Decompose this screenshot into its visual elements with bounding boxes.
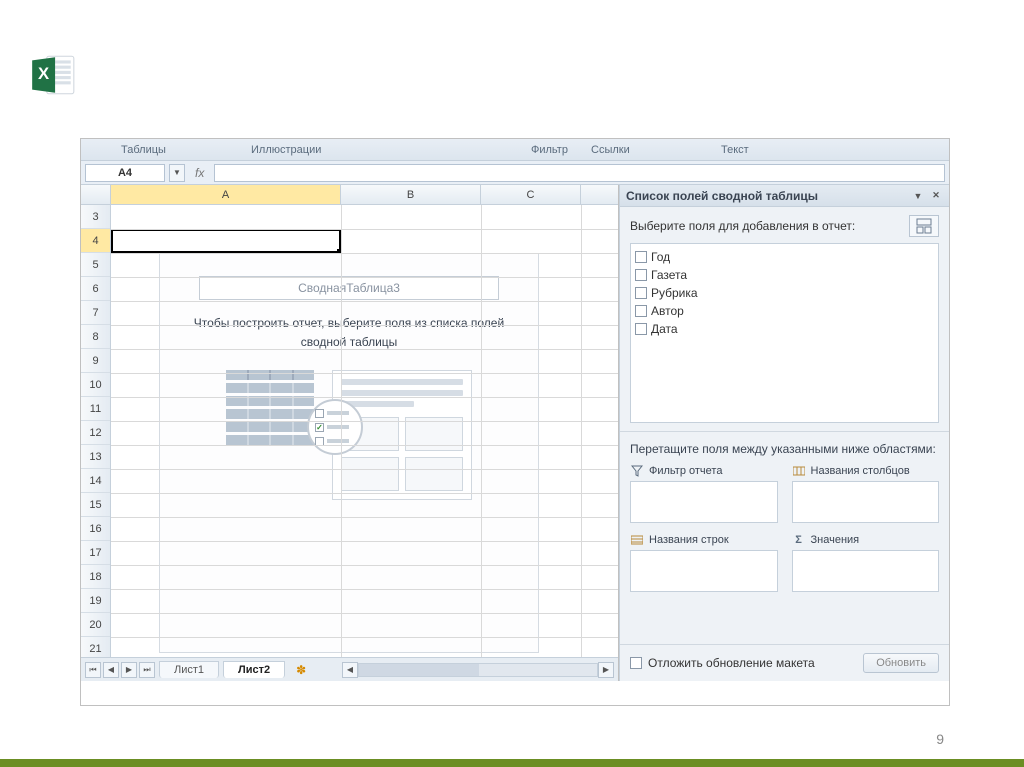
row-header-20[interactable]: 20 [81,613,110,637]
worksheet-grid: A B C 345678910111213141516171819202122 … [81,185,619,681]
area-values-label: Значения [811,534,860,546]
hscroll-left[interactable]: ◀ [342,662,358,678]
drop-zone-columns[interactable] [792,481,940,523]
update-button[interactable]: Обновить [863,653,939,673]
drop-zone-filter[interactable] [630,481,778,523]
field-checkbox[interactable] [635,269,647,281]
ribbon-group-illustrations: Иллюстрации [251,144,321,156]
choose-fields-label: Выберите поля для добавления в отчет: [630,219,855,233]
name-box-dropdown[interactable]: ▼ [169,164,185,182]
row-header-15[interactable]: 15 [81,493,110,517]
field-item-3[interactable]: Автор [635,302,934,320]
pivot-illustration: ✓ [178,370,520,500]
ribbon-group-filter: Фильтр [531,144,568,156]
columns-icon [792,464,806,478]
field-list[interactable]: Год Газета Рубрика Автор Дата [630,243,939,423]
field-label: Автор [651,304,684,318]
row-header-19[interactable]: 19 [81,589,110,613]
sheet-tab-2[interactable]: Лист2 [223,661,285,678]
row-header-9[interactable]: 9 [81,349,110,373]
active-cell-A4[interactable] [111,229,341,253]
defer-update-label: Отложить обновление макета [648,656,815,670]
pivot-field-list-pane: Список полей сводной таблицы ▼ ✕ Выберит… [619,185,949,681]
field-checkbox[interactable] [635,251,647,263]
task-pane-menu[interactable]: ▼ [911,189,925,203]
pivot-placeholder: СводнаяТаблица3 Чтобы построить отчет, в… [159,253,539,653]
areas-label: Перетащите поля между указанными ниже об… [630,442,939,456]
drop-zone-values[interactable] [792,550,940,592]
field-item-1[interactable]: Газета [635,266,934,284]
slide-footer-bar [0,759,1024,767]
cells-area[interactable]: СводнаяТаблица3 Чтобы построить отчет, в… [111,205,618,657]
task-pane-title: Список полей сводной таблицы [626,189,818,203]
fx-label[interactable]: fx [195,166,204,180]
col-header-C[interactable]: C [481,185,581,204]
formula-input[interactable] [214,164,945,182]
excel-window: Таблицы Иллюстрации Фильтр Ссылки Текст … [80,138,950,706]
sigma-icon: Σ [792,533,806,547]
sheet-nav-next[interactable]: ▶ [121,662,137,678]
field-label: Год [651,250,670,264]
sheet-nav-prev[interactable]: ◀ [103,662,119,678]
row-header-10[interactable]: 10 [81,373,110,397]
task-pane-close[interactable]: ✕ [929,189,943,203]
row-header-7[interactable]: 7 [81,301,110,325]
ribbon-group-labels: Таблицы Иллюстрации Фильтр Ссылки Текст [81,139,949,161]
field-label: Дата [651,322,678,336]
funnel-icon [630,464,644,478]
row-header-5[interactable]: 5 [81,253,110,277]
new-sheet-button[interactable]: ✽ [291,662,311,678]
name-box[interactable]: A4 [85,164,165,182]
field-checkbox[interactable] [635,323,647,335]
row-header-3[interactable]: 3 [81,205,110,229]
formula-bar-row: A4 ▼ fx [81,161,949,185]
rows-icon [630,533,644,547]
hscroll-track[interactable] [358,663,598,677]
area-filter-label: Фильтр отчета [649,465,722,477]
hscroll-right[interactable]: ▶ [598,662,614,678]
slide-page-number: 9 [936,731,944,747]
hscroll-thumb[interactable] [359,664,479,676]
drop-zone-rows[interactable] [630,550,778,592]
area-rows-label: Названия строк [649,534,729,546]
pivot-name: СводнаяТаблица3 [199,276,499,300]
area-columns-label: Названия столбцов [811,465,910,477]
ribbon-group-links: Ссылки [591,144,630,156]
row-header-17[interactable]: 17 [81,541,110,565]
field-item-0[interactable]: Год [635,248,934,266]
col-header-A[interactable]: A [111,185,341,204]
report-card-icon: ✓ [332,370,472,500]
row-header-8[interactable]: 8 [81,325,110,349]
field-checkbox[interactable] [635,305,647,317]
sheet-nav-last[interactable]: ⏭ [139,662,155,678]
defer-update-checkbox[interactable] [630,657,642,669]
row-header-21[interactable]: 21 [81,637,110,657]
row-header-13[interactable]: 13 [81,445,110,469]
field-list-layout-button[interactable] [909,215,939,237]
ribbon-group-text: Текст [721,144,749,156]
mini-table-icon [226,370,314,448]
select-all-corner[interactable] [81,185,111,204]
field-item-4[interactable]: Дата [635,320,934,338]
row-header-18[interactable]: 18 [81,565,110,589]
excel-app-icon: X [28,50,78,100]
row-header-14[interactable]: 14 [81,469,110,493]
pivot-instruction: Чтобы построить отчет, выберите поля из … [178,314,520,352]
svg-text:X: X [38,64,49,83]
row-header-12[interactable]: 12 [81,421,110,445]
col-header-B[interactable]: B [341,185,481,204]
field-label: Рубрика [651,286,698,300]
sheet-tab-1[interactable]: Лист1 [159,661,219,678]
row-header-16[interactable]: 16 [81,517,110,541]
ribbon-group-tables: Таблицы [121,144,166,156]
row-header-4[interactable]: 4 [81,229,110,253]
sheet-tab-bar: ⏮ ◀ ▶ ⏭ Лист1 Лист2 ✽ ◀ ▶ [81,657,618,681]
sheet-nav-first[interactable]: ⏮ [85,662,101,678]
field-item-2[interactable]: Рубрика [635,284,934,302]
field-label: Газета [651,268,687,282]
row-header-11[interactable]: 11 [81,397,110,421]
field-checkbox[interactable] [635,287,647,299]
checklist-badge-icon: ✓ [307,399,363,455]
row-header-6[interactable]: 6 [81,277,110,301]
